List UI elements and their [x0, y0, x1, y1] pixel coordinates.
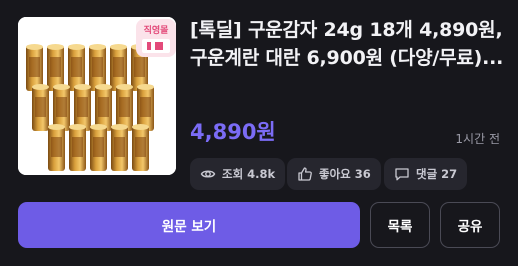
snack-tube-cap — [132, 124, 149, 130]
list-button[interactable]: 목록 — [370, 202, 430, 248]
snack-tube-label — [140, 97, 151, 117]
snack-tube-cap — [47, 44, 64, 50]
snack-tube-cap — [48, 124, 65, 130]
deal-card: 직영몰 [톡딜] 구운감자 24g 18개 4,890원, 구운계란 대란 6,… — [0, 0, 518, 266]
snack-tube-cap — [74, 84, 91, 90]
snack-tube-label — [135, 137, 146, 157]
comment-icon — [395, 168, 409, 181]
snack-tube-label — [72, 137, 83, 157]
snack-tube-label — [98, 97, 109, 117]
snack-tube-label — [71, 57, 82, 77]
likes-stat[interactable]: 좋아요 36 — [287, 158, 381, 190]
deal-price: 4,890원 — [190, 120, 276, 144]
snack-tube-cap — [110, 44, 127, 50]
view-original-button[interactable]: 원문 보기 — [18, 202, 360, 248]
product-image: 직영몰 — [18, 17, 176, 175]
snack-tube-cap — [111, 124, 128, 130]
thumbs-up-icon — [298, 167, 312, 181]
snack-tube-label — [114, 137, 125, 157]
snack-tube-label — [56, 97, 67, 117]
snack-tube-cap — [69, 124, 86, 130]
posted-time: 1시간 전 — [455, 132, 500, 146]
snack-tube-label — [92, 57, 103, 77]
snack-tube-cap — [137, 84, 154, 90]
badge-text: 직영몰 — [144, 24, 169, 36]
snack-tube-cap — [90, 124, 107, 130]
snack-tube-cap — [32, 84, 49, 90]
share-button[interactable]: 공유 — [440, 202, 500, 248]
snack-tube-cap — [26, 44, 43, 50]
snack-tube-label — [134, 57, 145, 77]
snack-tube-label — [29, 57, 40, 77]
comments-stat[interactable]: 댓글 27 — [384, 158, 468, 190]
snack-tube-cap — [95, 84, 112, 90]
snack-tube-label — [119, 97, 130, 117]
views-count: 조회 4.8k — [222, 167, 276, 181]
snack-tube-cap — [53, 84, 70, 90]
snack-tube-label — [51, 137, 62, 157]
comments-count: 댓글 27 — [416, 167, 458, 181]
snack-tube-cap — [89, 44, 106, 50]
product-thumbnail[interactable]: 직영몰 — [18, 17, 176, 175]
snack-tube-label — [50, 57, 61, 77]
deal-title[interactable]: [톡딜] 구운감자 24g 18개 4,890원, 구운계란 대란 6,900원… — [190, 17, 505, 72]
shop-badge: 직영몰 — [136, 19, 176, 57]
snack-tube-label — [113, 57, 124, 77]
snack-tube-cap — [116, 84, 133, 90]
likes-count: 좋아요 36 — [319, 167, 371, 181]
snack-tube-cap — [68, 44, 85, 50]
snack-tube-label — [93, 137, 104, 157]
eye-icon — [200, 170, 216, 178]
views-stat: 조회 4.8k — [190, 158, 286, 190]
snack-tube-label — [77, 97, 88, 117]
snack-tube-label — [35, 97, 46, 117]
